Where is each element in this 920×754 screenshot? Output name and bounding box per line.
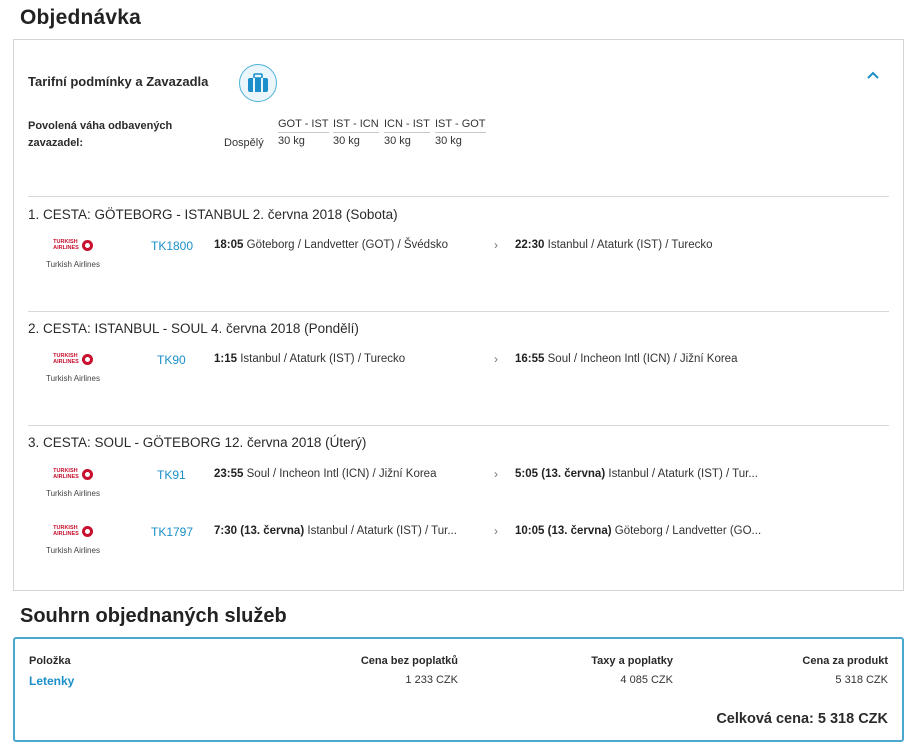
baggage-weight: 30 kg xyxy=(435,135,462,147)
trip-title: 1. CESTA: GÖTEBORG - ISTANBUL 2. června … xyxy=(28,207,398,222)
flight-segment: TURKISH AIRLINES Turkish Airlines TK91 23… xyxy=(28,465,888,505)
divider xyxy=(28,196,889,197)
airline-logo-icon xyxy=(81,525,93,537)
divider xyxy=(28,311,889,312)
airline-logo: TURKISH AIRLINES Turkish Airlines xyxy=(38,350,108,383)
departure: 23:55 Soul / Incheon Intl (ICN) / Jižní … xyxy=(214,468,437,480)
baggage-route-col: GOT - IST 30 kg xyxy=(278,118,329,147)
baggage-route: GOT - IST xyxy=(278,118,329,133)
airline-logo-icon xyxy=(81,239,93,251)
flight-number[interactable]: TK90 xyxy=(157,353,186,367)
baggage-weight: 30 kg xyxy=(278,135,305,147)
chevron-right-icon: › xyxy=(494,238,498,252)
chevron-up-icon[interactable] xyxy=(867,66,879,82)
arrival: 22:30 Istanbul / Ataturk (IST) / Turecko xyxy=(515,239,713,251)
airline-logo-icon xyxy=(81,353,93,365)
divider xyxy=(28,425,889,426)
airline-logo: TURKISH AIRLINES Turkish Airlines xyxy=(38,236,108,269)
baggage-route-col: IST - ICN 30 kg xyxy=(333,118,379,147)
col-header-price: Cena bez poplatků xyxy=(360,655,458,667)
arrival: 10:05 (13. června) Göteborg / Landvetter… xyxy=(515,525,762,537)
order-summary: Položka Cena bez poplatků Taxy a poplatk… xyxy=(13,637,904,742)
chevron-right-icon: › xyxy=(494,352,498,366)
trip-title: 2. CESTA: ISTANBUL - SOUL 4. června 2018… xyxy=(28,321,359,336)
airline-name: Turkish Airlines xyxy=(46,489,100,498)
tariff-title: Tarifní podmínky a Zavazadla xyxy=(28,74,209,89)
airline-logo: TURKISH AIRLINES Turkish Airlines xyxy=(38,465,108,498)
baggage-route: IST - GOT xyxy=(435,118,486,133)
summary-item-link[interactable]: Letenky xyxy=(29,674,74,688)
baggage-route-col: IST - GOT 30 kg xyxy=(435,118,486,147)
baggage-label: Povolená váha odbavených zavazadel: xyxy=(28,120,173,149)
order-card: Tarifní podmínky a Zavazadla Povolená vá… xyxy=(13,39,904,591)
flight-segment: TURKISH AIRLINES Turkish Airlines TK1800 … xyxy=(28,236,888,276)
chevron-right-icon: › xyxy=(494,467,498,481)
product-total-value: 5 318 CZK xyxy=(835,674,888,686)
arrival: 5:05 (13. června) Istanbul / Ataturk (IS… xyxy=(515,468,758,480)
luggage-icon[interactable] xyxy=(239,64,277,102)
baggage-weight: 30 kg xyxy=(333,135,360,147)
grand-total: Celková cena: 5 318 CZK xyxy=(716,711,888,727)
taxes-value: 4 085 CZK xyxy=(620,674,673,686)
airline-name: Turkish Airlines xyxy=(46,546,100,555)
col-header-item: Položka xyxy=(29,655,71,667)
arrival: 16:55 Soul / Incheon Intl (ICN) / Jižní … xyxy=(515,353,738,365)
chevron-right-icon: › xyxy=(494,524,498,538)
passenger-type: Dospělý xyxy=(224,137,264,149)
airline-name: Turkish Airlines xyxy=(46,374,100,383)
baggage-route: IST - ICN xyxy=(333,118,379,133)
trip-title: 3. CESTA: SOUL - GÖTEBORG 12. června 201… xyxy=(28,435,367,450)
departure: 7:30 (13. června) Istanbul / Ataturk (IS… xyxy=(214,525,457,537)
airline-logo: TURKISH AIRLINES Turkish Airlines xyxy=(38,522,108,555)
airline-logo-icon xyxy=(81,468,93,480)
flight-number[interactable]: TK1797 xyxy=(151,525,193,539)
page-title: Objednávka xyxy=(20,6,142,29)
flight-segment: TURKISH AIRLINES Turkish Airlines TK1797 … xyxy=(28,522,888,562)
flight-segment: TURKISH AIRLINES Turkish Airlines TK90 1:… xyxy=(28,350,888,390)
flight-number[interactable]: TK1800 xyxy=(151,239,193,253)
baggage-route-col: ICN - IST 30 kg xyxy=(384,118,430,147)
baggage-weight: 30 kg xyxy=(384,135,411,147)
airline-name: Turkish Airlines xyxy=(46,260,100,269)
departure: 18:05 Göteborg / Landvetter (GOT) / Švéd… xyxy=(214,239,448,251)
price-value: 1 233 CZK xyxy=(405,674,458,686)
summary-title: Souhrn objednaných služeb xyxy=(20,605,287,627)
departure: 1:15 Istanbul / Ataturk (IST) / Turecko xyxy=(214,353,406,365)
col-header-taxes: Taxy a poplatky xyxy=(591,655,673,667)
flight-number[interactable]: TK91 xyxy=(157,468,186,482)
baggage-route: ICN - IST xyxy=(384,118,430,133)
col-header-product-total: Cena za produkt xyxy=(802,655,888,667)
